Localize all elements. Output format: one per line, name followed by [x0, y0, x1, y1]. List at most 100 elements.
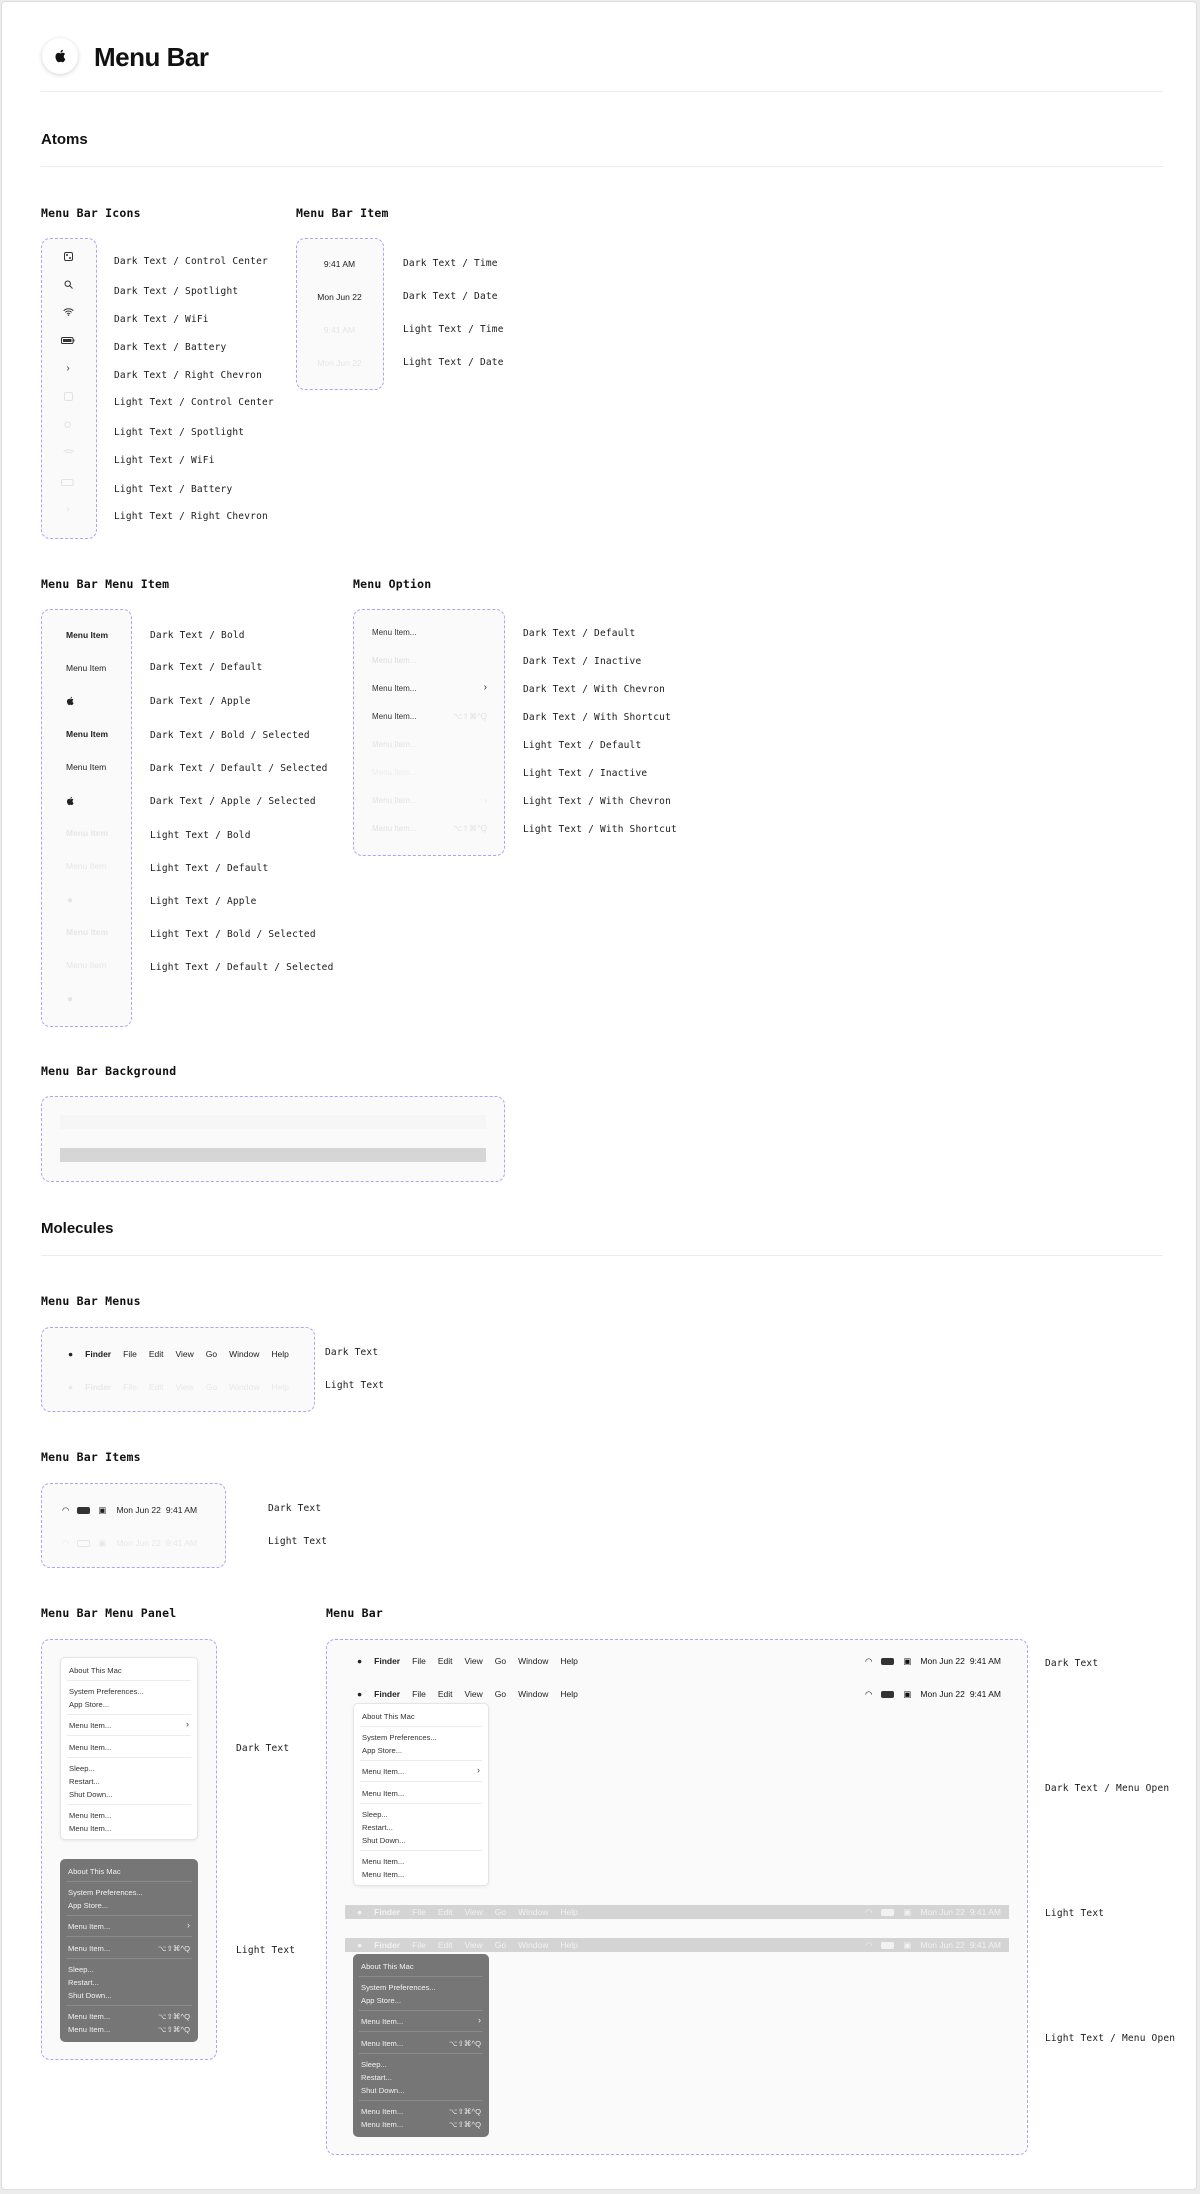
menu-option[interactable]: App Store... — [68, 1901, 108, 1910]
apple-menu-icon[interactable]: ● — [357, 1656, 362, 1666]
menu-option[interactable]: Menu Item... — [361, 2017, 403, 2026]
menu-option[interactable]: Sleep... — [362, 1810, 388, 1819]
menu-option[interactable]: About This Mac — [361, 1962, 414, 1971]
menu-file[interactable]: File — [412, 1656, 426, 1666]
time-text[interactable]: 9:41 AM — [970, 1940, 1001, 1950]
menu-view[interactable]: View — [175, 1382, 193, 1392]
menu-option[interactable]: Shut Down... — [68, 1991, 111, 2000]
menu-window[interactable]: Window — [518, 1656, 548, 1666]
time-text[interactable]: 9:41 AM — [970, 1689, 1001, 1699]
apple-menu-icon[interactable]: ● — [357, 1689, 362, 1699]
menu-help[interactable]: Help — [271, 1382, 288, 1392]
menu-option[interactable]: System Preferences... — [362, 1733, 437, 1742]
apple-menu-icon[interactable]: ● — [68, 1349, 73, 1359]
battery-icon[interactable] — [881, 1690, 895, 1698]
menu-option[interactable]: System Preferences... — [361, 1983, 436, 1992]
menu-help[interactable]: Help — [560, 1907, 577, 1917]
menu-edit[interactable]: Edit — [438, 1907, 453, 1917]
menu-option[interactable]: App Store... — [69, 1700, 109, 1709]
wifi-icon[interactable]: ◠ — [865, 1907, 872, 1918]
menu-option[interactable]: Sleep... — [68, 1965, 94, 1974]
control-center-icon[interactable]: ▣ — [98, 1505, 106, 1516]
time-text[interactable]: 9:41 AM — [970, 1907, 1001, 1917]
time-text[interactable]: 9:41 AM — [166, 1538, 197, 1548]
menu-window[interactable]: Window — [518, 1940, 548, 1950]
menu-option[interactable]: Menu Item... — [362, 1870, 404, 1879]
menu-go[interactable]: Go — [495, 1656, 506, 1666]
control-center-icon[interactable]: ▣ — [903, 1940, 911, 1951]
menu-finder[interactable]: Finder — [85, 1349, 111, 1359]
date-text[interactable]: Mon Jun 22 — [920, 1907, 964, 1917]
date-text[interactable]: Mon Jun 22 — [116, 1538, 160, 1548]
menu-view[interactable]: View — [464, 1689, 482, 1699]
menu-option[interactable]: Menu Item... — [69, 1721, 111, 1730]
menu-view[interactable]: View — [464, 1907, 482, 1917]
menu-window[interactable]: Window — [229, 1349, 259, 1359]
menu-view[interactable]: View — [464, 1940, 482, 1950]
battery-icon[interactable] — [77, 1539, 91, 1547]
menu-option[interactable]: Menu Item... — [361, 2107, 403, 2116]
menu-edit[interactable]: Edit — [149, 1349, 164, 1359]
menu-option[interactable]: Menu Item... — [68, 1922, 110, 1931]
menu-option[interactable]: System Preferences... — [68, 1888, 143, 1897]
menu-option[interactable]: About This Mac — [69, 1666, 122, 1675]
battery-icon[interactable] — [881, 1941, 895, 1949]
wifi-icon[interactable]: ◠ — [62, 1505, 69, 1516]
menu-option[interactable]: Restart... — [69, 1777, 100, 1786]
menu-edit[interactable]: Edit — [438, 1656, 453, 1666]
menu-go[interactable]: Go — [206, 1349, 217, 1359]
menu-finder[interactable]: Finder — [374, 1689, 400, 1699]
date-text[interactable]: Mon Jun 22 — [116, 1505, 160, 1515]
menu-finder[interactable]: Finder — [374, 1940, 400, 1950]
menu-option[interactable]: App Store... — [361, 1996, 401, 2005]
menu-option[interactable]: Menu Item... — [362, 1857, 404, 1866]
menu-option[interactable]: App Store... — [362, 1746, 402, 1755]
menu-edit[interactable]: Edit — [438, 1689, 453, 1699]
menu-option[interactable]: Shut Down... — [362, 1836, 405, 1845]
menu-file[interactable]: File — [123, 1349, 137, 1359]
battery-icon[interactable] — [77, 1506, 91, 1514]
menu-option[interactable]: Sleep... — [69, 1764, 95, 1773]
control-center-icon[interactable]: ▣ — [903, 1656, 911, 1667]
menu-help[interactable]: Help — [560, 1656, 577, 1666]
menu-help[interactable]: Help — [560, 1689, 577, 1699]
menu-view[interactable]: View — [464, 1656, 482, 1666]
wifi-icon[interactable]: ◠ — [865, 1940, 872, 1951]
menu-option[interactable]: About This Mac — [68, 1867, 121, 1876]
wifi-icon[interactable]: ◠ — [865, 1689, 872, 1700]
menu-option[interactable]: Restart... — [362, 1823, 393, 1832]
menu-option[interactable]: About This Mac — [362, 1712, 415, 1721]
menu-help[interactable]: Help — [271, 1349, 288, 1359]
wifi-icon[interactable]: ◠ — [62, 1538, 69, 1549]
time-text[interactable]: 9:41 AM — [166, 1505, 197, 1515]
menu-file[interactable]: File — [412, 1689, 426, 1699]
menu-option[interactable]: Menu Item... — [362, 1789, 404, 1798]
menu-option[interactable]: Menu Item... — [362, 1767, 404, 1776]
menu-go[interactable]: Go — [495, 1689, 506, 1699]
menu-finder[interactable]: Finder — [85, 1382, 111, 1392]
menu-option[interactable]: Shut Down... — [69, 1790, 112, 1799]
time-text[interactable]: 9:41 AM — [970, 1656, 1001, 1666]
menu-option[interactable]: Menu Item... — [68, 2012, 110, 2021]
menu-option[interactable]: Menu Item... — [361, 2120, 403, 2129]
menu-option[interactable]: System Preferences... — [69, 1687, 144, 1696]
menu-window[interactable]: Window — [518, 1907, 548, 1917]
menu-go[interactable]: Go — [495, 1907, 506, 1917]
menu-window[interactable]: Window — [229, 1382, 259, 1392]
menu-option[interactable]: Menu Item... — [69, 1811, 111, 1820]
menu-finder[interactable]: Finder — [374, 1907, 400, 1917]
menu-go[interactable]: Go — [206, 1382, 217, 1392]
control-center-icon[interactable]: ▣ — [903, 1907, 911, 1918]
menu-view[interactable]: View — [175, 1349, 193, 1359]
menu-option[interactable]: Menu Item... — [69, 1743, 111, 1752]
menu-option[interactable]: Restart... — [68, 1978, 99, 1987]
menu-option[interactable]: Sleep... — [361, 2060, 387, 2069]
menu-file[interactable]: File — [412, 1907, 426, 1917]
menu-option[interactable]: Menu Item... — [361, 2039, 403, 2048]
menu-option[interactable]: Menu Item... — [68, 2025, 110, 2034]
wifi-icon[interactable]: ◠ — [865, 1656, 872, 1667]
control-center-icon[interactable]: ▣ — [903, 1689, 911, 1700]
date-text[interactable]: Mon Jun 22 — [920, 1689, 964, 1699]
menu-option[interactable]: Menu Item... — [68, 1944, 110, 1953]
menu-option[interactable]: Restart... — [361, 2073, 392, 2082]
